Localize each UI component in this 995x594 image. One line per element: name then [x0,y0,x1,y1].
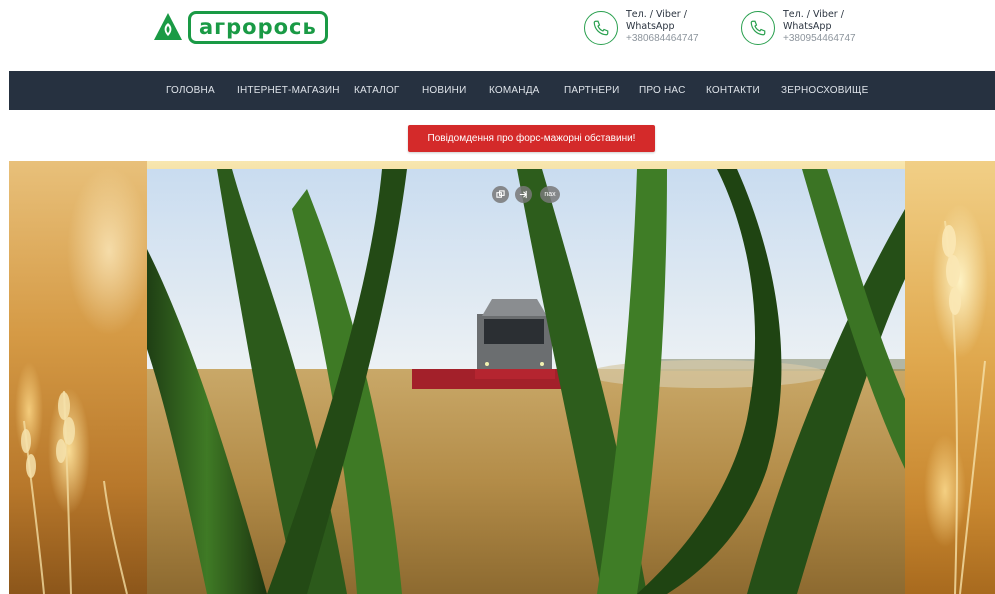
site-logo[interactable]: агрорось [152,9,328,45]
phone-icon[interactable] [584,11,618,45]
wheat-background-right [905,161,995,594]
nav-item-home[interactable]: ГОЛОВНА [166,71,215,110]
main-navigation: ГОЛОВНА ІНТЕРНЕТ-МАГАЗИН КАТАЛОГ НОВИНИ … [9,71,995,110]
nav-item-online-shop[interactable]: ІНТЕРНЕТ-МАГАЗИН [237,71,340,110]
nav-item-news[interactable]: НОВИНИ [422,71,466,110]
hero-video[interactable]: nax [147,169,905,594]
site-header: агрорось Тел. / Viber / WhatsApp +380684… [0,0,995,70]
phone-icon[interactable] [741,11,775,45]
contact-label: Тел. / Viber / WhatsApp [626,9,687,32]
nav-item-partners[interactable]: ПАРТНЕРИ [564,71,620,110]
contact-block-2: Тел. / Viber / WhatsApp +380954464747 [741,9,868,45]
nav-item-catalog[interactable]: КАТАЛОГ [354,71,400,110]
share-icon[interactable] [515,186,532,203]
hero-banner: nax [9,161,995,594]
wheat-background-left [9,161,147,594]
copy-link-icon[interactable] [492,186,509,203]
video-control-nax[interactable]: nax [540,186,560,203]
contact-phone-number[interactable]: +380954464747 [783,33,868,45]
logo-leaf-icon [154,13,182,40]
logo-wordmark: агрорось [188,10,328,44]
contact-phone-number[interactable]: +380684464747 [626,33,711,45]
force-majeure-notice-button[interactable]: Повідомдення про форс-мажорні обставини! [408,125,655,152]
contact-block-1: Тел. / Viber / WhatsApp +380684464747 [584,9,711,45]
nav-item-contacts[interactable]: КОНТАКТИ [706,71,760,110]
contact-label: Тел. / Viber / WhatsApp [783,9,844,32]
nav-item-about[interactable]: ПРО НАС [639,71,686,110]
nav-item-team[interactable]: КОМАНДА [489,71,540,110]
nav-item-grain-storage[interactable]: ЗЕРНОСХОВИЩЕ [781,71,868,110]
logo-text: агрорось [199,15,317,39]
